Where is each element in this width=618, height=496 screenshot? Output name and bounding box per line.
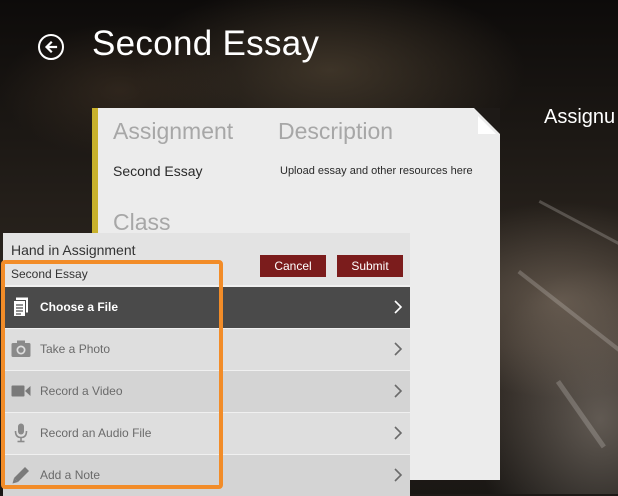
description-column-header: Description (278, 118, 394, 144)
video-camera-icon (11, 381, 31, 401)
option-add-note[interactable]: Add a Note (3, 455, 410, 496)
back-arrow-icon (44, 40, 58, 54)
dialog-title: Hand in Assignment (11, 242, 136, 258)
cancel-button[interactable]: Cancel (260, 255, 326, 277)
option-label: Add a Note (40, 468, 101, 482)
option-label: Record a Video (40, 384, 123, 398)
document-icon (11, 297, 31, 317)
page-title: Second Essay (92, 24, 320, 63)
hand-in-dialog: Hand in Assignment Second Essay Cancel S… (3, 233, 410, 496)
option-record-video[interactable]: Record a Video (3, 371, 410, 412)
camera-icon (11, 339, 31, 359)
assignment-column-header: Assignment (113, 118, 234, 144)
dialog-header: Hand in Assignment Second Essay Cancel S… (3, 233, 410, 285)
assignment-name: Second Essay (113, 163, 203, 179)
option-take-photo[interactable]: Take a Photo (3, 329, 410, 370)
pencil-icon (11, 465, 31, 485)
chevron-right-icon (394, 468, 403, 482)
side-panel-label: Assignu (544, 106, 616, 128)
chevron-right-icon (394, 384, 403, 398)
chevron-right-icon (394, 300, 403, 314)
dialog-subtitle: Second Essay (11, 267, 88, 281)
option-choose-file[interactable]: Choose a File (3, 287, 410, 328)
card-folded-corner (474, 108, 500, 134)
submit-button[interactable]: Submit (337, 255, 403, 277)
option-label: Record an Audio File (40, 426, 152, 440)
back-button[interactable] (38, 34, 64, 60)
assignment-description: Upload essay and other resources here (280, 165, 473, 177)
option-label: Choose a File (40, 300, 119, 314)
chevron-right-icon (394, 426, 403, 440)
option-label: Take a Photo (40, 342, 111, 356)
option-record-audio[interactable]: Record an Audio File (3, 413, 410, 454)
chevron-right-icon (394, 342, 403, 356)
card-accent-bar (92, 108, 98, 240)
class-header: Class (113, 209, 171, 235)
microphone-icon (11, 423, 31, 443)
